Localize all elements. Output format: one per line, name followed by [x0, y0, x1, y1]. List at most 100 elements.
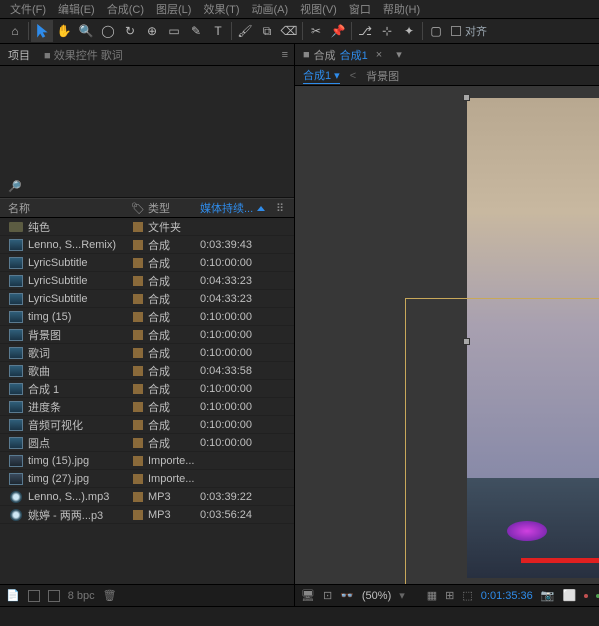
- header-type[interactable]: 类型: [148, 200, 200, 216]
- tab-effect-controls[interactable]: ■ 效果控件 歌词: [44, 47, 123, 63]
- project-search[interactable]: 🔎: [0, 176, 294, 198]
- canvas-area[interactable]: [295, 86, 599, 584]
- world-axis-icon[interactable]: ⊹: [376, 20, 398, 42]
- unknown-tool-icon[interactable]: ▢: [425, 20, 447, 42]
- bpc-toggle[interactable]: 8 bpc: [68, 590, 95, 602]
- item-label[interactable]: [128, 240, 148, 250]
- anchor-tool-icon[interactable]: ⊕: [141, 20, 163, 42]
- menu-help[interactable]: 帮助(H): [379, 1, 424, 17]
- text-tool-icon[interactable]: T: [207, 20, 229, 42]
- pin-tool-icon[interactable]: 📌: [327, 20, 349, 42]
- item-label[interactable]: [128, 402, 148, 412]
- transform-handle[interactable]: [463, 94, 470, 101]
- crumb-next[interactable]: 背景图: [366, 68, 399, 84]
- item-label[interactable]: [128, 258, 148, 268]
- project-item[interactable]: Lenno, S...Remix)合成0:03:39:43: [0, 236, 294, 254]
- header-options-icon[interactable]: ⠿: [276, 202, 294, 215]
- lock-icon[interactable]: ■: [303, 49, 310, 61]
- orbit-tool-icon[interactable]: ◯: [97, 20, 119, 42]
- menu-comp[interactable]: 合成(C): [103, 1, 148, 17]
- interpret-footage-icon[interactable]: 📄: [6, 589, 20, 602]
- zoom-level[interactable]: (50%): [362, 590, 391, 602]
- comp-icon: [8, 328, 24, 342]
- magnification-icon[interactable]: 🖥: [301, 589, 315, 602]
- panel-menu-icon[interactable]: ≡: [282, 49, 288, 61]
- mask-toggle-icon[interactable]: 👓: [340, 589, 354, 602]
- local-axis-icon[interactable]: ⎇: [354, 20, 376, 42]
- item-label[interactable]: [128, 312, 148, 322]
- project-list[interactable]: 纯色文件夹Lenno, S...Remix)合成0:03:39:43LyricS…: [0, 218, 294, 584]
- close-tab-icon[interactable]: ×: [376, 49, 382, 61]
- rotate-tool-icon[interactable]: ↻: [119, 20, 141, 42]
- tab-project[interactable]: 项目: [8, 47, 30, 63]
- menu-window[interactable]: 窗口: [345, 1, 375, 17]
- item-label[interactable]: [128, 438, 148, 448]
- zoom-tool-icon[interactable]: 🔍: [75, 20, 97, 42]
- project-item[interactable]: Lenno, S...).mp3MP30:03:39:22: [0, 488, 294, 506]
- item-label[interactable]: [128, 492, 148, 502]
- pen-tool-icon[interactable]: ✎: [185, 20, 207, 42]
- item-label[interactable]: [128, 366, 148, 376]
- view-axis-icon[interactable]: ✦: [398, 20, 420, 42]
- header-duration[interactable]: 媒体持续...: [200, 200, 276, 216]
- item-label[interactable]: [128, 294, 148, 304]
- selection-tool-icon[interactable]: [31, 20, 53, 42]
- project-item[interactable]: 圆点合成0:10:00:00: [0, 434, 294, 452]
- menu-effect[interactable]: 效果(T): [199, 1, 243, 17]
- home-icon[interactable]: ⌂: [4, 20, 26, 42]
- project-item[interactable]: 音频可视化合成0:10:00:00: [0, 416, 294, 434]
- camera-icon[interactable]: 📷: [541, 589, 555, 602]
- guides-icon[interactable]: ⊞: [445, 589, 454, 602]
- project-item[interactable]: 合成 1合成0:10:00:00: [0, 380, 294, 398]
- project-item[interactable]: 姚婷 - 两两...p3MP30:03:56:24: [0, 506, 294, 524]
- menu-layer[interactable]: 图层(L): [152, 1, 195, 17]
- channel-icon[interactable]: ⬚: [462, 589, 472, 602]
- project-item[interactable]: timg (27).jpgImporte...: [0, 470, 294, 488]
- item-label[interactable]: [128, 222, 148, 232]
- item-label[interactable]: [128, 474, 148, 484]
- menu-edit[interactable]: 编辑(E): [54, 1, 99, 17]
- resolution-icon[interactable]: ⊡: [323, 589, 332, 602]
- brush-tool-icon[interactable]: 🖌: [234, 20, 256, 42]
- grid-icon[interactable]: ▦: [427, 589, 437, 602]
- item-label[interactable]: [128, 330, 148, 340]
- item-label[interactable]: [128, 348, 148, 358]
- project-item[interactable]: LyricSubtitle合成0:04:33:23: [0, 272, 294, 290]
- project-item[interactable]: LyricSubtitle合成0:04:33:23: [0, 290, 294, 308]
- menu-view[interactable]: 视图(V): [296, 1, 341, 17]
- snap-toggle[interactable]: 对齐: [451, 23, 487, 39]
- new-viewer-icon[interactable]: ▾: [396, 48, 402, 61]
- project-item[interactable]: 背景图合成0:10:00:00: [0, 326, 294, 344]
- crumb-active[interactable]: 合成1 ▾: [303, 67, 340, 84]
- eraser-tool-icon[interactable]: ⌫: [278, 20, 300, 42]
- header-label-icon[interactable]: 🏷: [128, 202, 148, 215]
- header-name[interactable]: 名称: [0, 200, 128, 216]
- search-input[interactable]: [26, 181, 286, 193]
- clone-tool-icon[interactable]: ⧉: [256, 20, 278, 42]
- project-item[interactable]: timg (15)合成0:10:00:00: [0, 308, 294, 326]
- project-item[interactable]: 歌词合成0:10:00:00: [0, 344, 294, 362]
- item-label[interactable]: [128, 384, 148, 394]
- trash-icon[interactable]: 🗑: [103, 589, 117, 602]
- item-label[interactable]: [128, 420, 148, 430]
- item-label[interactable]: [128, 276, 148, 286]
- project-item[interactable]: 歌曲合成0:04:33:58: [0, 362, 294, 380]
- shape-tool-icon[interactable]: ▭: [163, 20, 185, 42]
- snapshot-icon[interactable]: ⬜: [563, 589, 577, 602]
- menu-anim[interactable]: 动画(A): [248, 1, 293, 17]
- img-icon: [8, 472, 24, 486]
- red-channel-icon[interactable]: [584, 594, 588, 598]
- item-label[interactable]: [128, 456, 148, 466]
- project-item[interactable]: 进度条合成0:10:00:00: [0, 398, 294, 416]
- new-folder-icon[interactable]: [28, 590, 40, 602]
- new-comp-icon[interactable]: [48, 590, 60, 602]
- menu-file[interactable]: 文件(F): [6, 1, 50, 17]
- item-label[interactable]: [128, 510, 148, 520]
- roto-tool-icon[interactable]: ✂: [305, 20, 327, 42]
- viewer-tab-name[interactable]: 合成1: [340, 47, 368, 63]
- hand-tool-icon[interactable]: ✋: [53, 20, 75, 42]
- current-time[interactable]: 0:01:35:36: [481, 590, 533, 602]
- project-item[interactable]: LyricSubtitle合成0:10:00:00: [0, 254, 294, 272]
- project-item[interactable]: 纯色文件夹: [0, 218, 294, 236]
- project-item[interactable]: timg (15).jpgImporte...: [0, 452, 294, 470]
